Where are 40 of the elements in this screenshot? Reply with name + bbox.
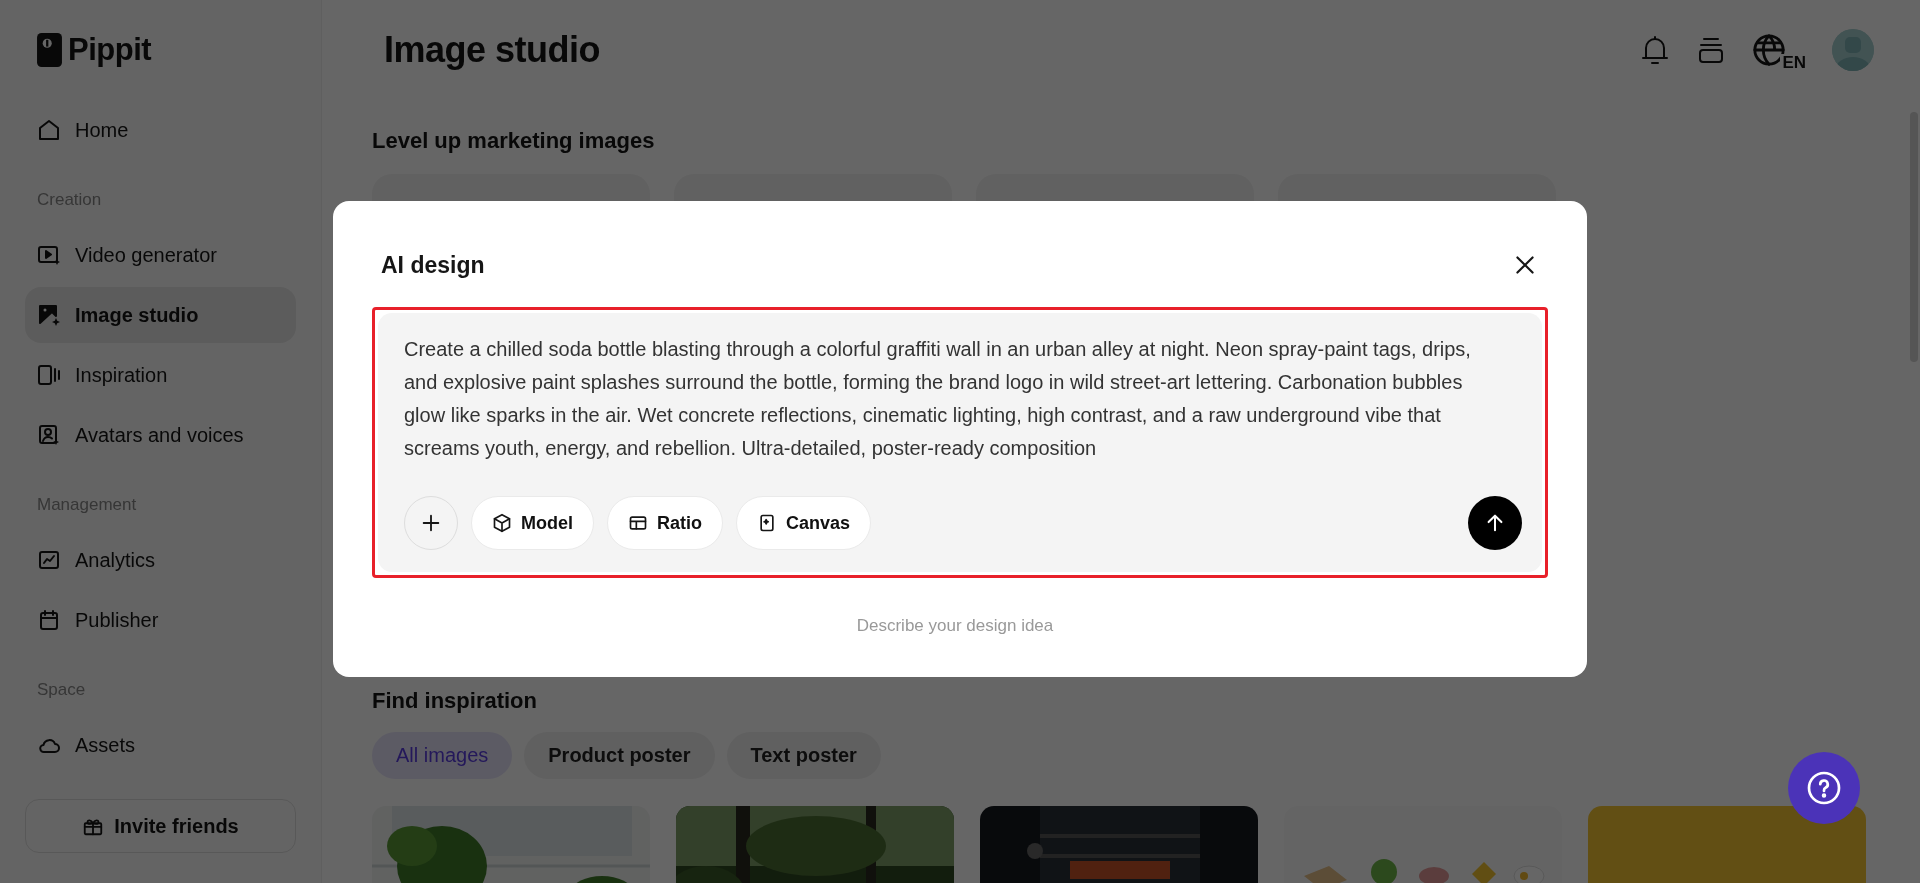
tool-button[interactable]: Model — [471, 496, 594, 550]
language-code: EN — [1780, 54, 1806, 71]
invite-button[interactable]: Invite friends — [25, 799, 296, 853]
filter-chip[interactable]: Text poster — [726, 732, 881, 779]
filter-chip[interactable]: Product poster — [524, 732, 715, 779]
section-title: Find inspiration — [372, 688, 538, 714]
sidebar-item[interactable]: Home — [25, 102, 296, 158]
panels-icon — [37, 363, 61, 387]
logo-icon — [37, 33, 62, 67]
sidebar-item[interactable]: Publisher — [25, 592, 296, 648]
sidebar-item[interactable]: Analytics — [25, 532, 296, 588]
logo-text: Pippit — [68, 32, 152, 68]
add-button[interactable] — [404, 496, 458, 550]
tool-button[interactable]: Ratio — [607, 496, 723, 550]
home-icon — [37, 118, 61, 142]
chart-icon — [37, 548, 61, 572]
cube-icon — [492, 513, 512, 533]
avatar-icon — [37, 423, 61, 447]
page-title: Image studio — [384, 29, 601, 71]
video-icon — [37, 243, 61, 267]
sidebar-item[interactable]: Inspiration — [25, 347, 296, 403]
plus-icon — [420, 512, 442, 534]
calendar-icon — [37, 608, 61, 632]
sidebar-item[interactable]: Video generator — [25, 227, 296, 283]
filter-chip[interactable]: All images — [372, 732, 513, 779]
sparkle-card-icon — [757, 513, 777, 533]
question-icon — [1806, 770, 1842, 806]
sidebar-item[interactable]: Image studio — [25, 287, 296, 343]
sidebar-item[interactable]: Avatars and voices — [25, 407, 296, 463]
hint-text: Describe your design idea — [856, 616, 1054, 636]
sidebar-item[interactable]: Assets — [25, 717, 296, 773]
section-title: Level up marketing images — [372, 128, 656, 154]
layout-icon — [628, 513, 648, 533]
send-button[interactable] — [1468, 496, 1522, 550]
prompt-field[interactable] — [372, 307, 1548, 578]
dialog-title: AI design — [381, 251, 485, 279]
prompt-text: Create a chilled soda bottle blasting through a colorful graffiti wall in an urban alley at night. Neon spray-paint tags, drips, and explosive paint splashes surround the bottle, forming the brand logo in wild street-art lettering. Carbonation bubbles glow like sparks in the air. Wet concrete reflections, cinematic lighting, high contrast, and a raw underground vibe that screams youth, energy, and rebellion. Ultra-detailed, poster-ready composition — [404, 337, 1472, 461]
bell-icon[interactable] — [1640, 34, 1671, 66]
tool-button[interactable]: Canvas — [736, 496, 872, 550]
image-icon — [37, 303, 61, 327]
